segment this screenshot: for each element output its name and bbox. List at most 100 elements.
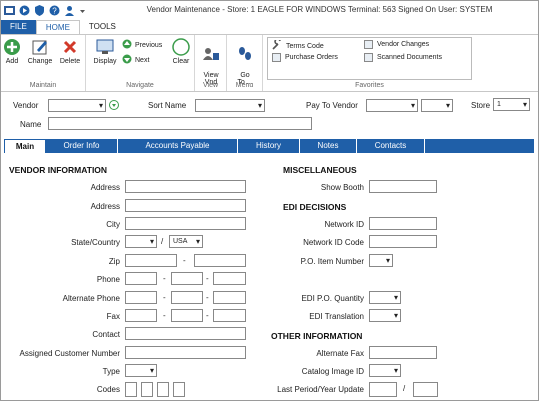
next-button[interactable]: Next — [122, 54, 149, 66]
delete-button[interactable]: Delete — [58, 38, 82, 65]
code-field-1[interactable] — [125, 382, 137, 397]
pay-to-vendor-select[interactable] — [366, 99, 418, 112]
clear-icon — [172, 38, 190, 56]
zip-label: Zip — [108, 257, 120, 266]
tab-history[interactable]: History — [238, 139, 300, 153]
edi-decisions-heading: EDI DECISIONS — [283, 202, 347, 212]
phone-line-field[interactable] — [213, 272, 246, 285]
alt-phone-line-field[interactable] — [213, 291, 246, 304]
show-booth-field[interactable] — [369, 180, 437, 193]
tab-contacts[interactable]: Contacts — [357, 139, 425, 153]
alt-phone-prefix-field[interactable] — [171, 291, 203, 304]
store-select[interactable]: 1 — [493, 98, 530, 111]
view-vnd-button[interactable]: View Vnd — [199, 38, 223, 86]
change-button[interactable]: Change — [27, 38, 53, 65]
po-item-number-label: P.O. Item Number — [300, 257, 364, 266]
terms-code-link[interactable]: Terms Code — [272, 38, 324, 52]
svg-text:?: ? — [52, 7, 57, 16]
vendor-search-icon[interactable] — [109, 100, 119, 110]
vendor-select[interactable] — [48, 99, 106, 112]
city-field[interactable] — [125, 217, 246, 230]
fax-line-field[interactable] — [213, 309, 246, 322]
code-field-2[interactable] — [141, 382, 153, 397]
group-view: View Vnd View — [195, 35, 227, 91]
code-field-3[interactable] — [157, 382, 169, 397]
group-label-view: View — [202, 82, 219, 89]
fax-area-field[interactable] — [125, 309, 157, 322]
ribbon-tab-home[interactable]: HOME — [35, 20, 80, 34]
tab-main[interactable]: Main — [4, 139, 46, 153]
network-id-label: Network ID — [324, 220, 364, 229]
purchase-orders-link[interactable]: Purchase Orders — [272, 53, 338, 62]
shield-icon[interactable] — [34, 5, 45, 16]
edi-translation-select[interactable] — [369, 309, 401, 322]
phone-area-field[interactable] — [125, 272, 157, 285]
city-label: City — [106, 220, 120, 229]
group-label-navigate: Navigate — [126, 82, 154, 89]
scanned-documents-link[interactable]: Scanned Documents — [364, 53, 442, 62]
assigned-customer-number-field[interactable] — [125, 346, 246, 359]
alt-phone-area-field[interactable] — [125, 291, 157, 304]
tab-notes[interactable]: Notes — [300, 139, 357, 153]
name-field[interactable] — [48, 117, 312, 130]
address2-field[interactable] — [125, 199, 246, 212]
group-maintain: Add Change Delete Maintain — [1, 35, 86, 91]
address1-field[interactable] — [125, 180, 246, 193]
sort-name-select[interactable] — [195, 99, 265, 112]
ribbon-tab-file[interactable]: FILE — [1, 20, 36, 34]
zip-ext-field[interactable] — [194, 254, 246, 267]
fax-prefix-field[interactable] — [171, 309, 203, 322]
tab-accounts-payable[interactable]: Accounts Payable — [118, 139, 238, 153]
window-title: Vendor Maintenance - Store: 1 EAGLE FOR … — [146, 5, 493, 14]
phone-prefix-field[interactable] — [171, 272, 203, 285]
type-label: Type — [102, 367, 120, 376]
delete-label: Delete — [59, 58, 81, 65]
last-period-field[interactable] — [369, 382, 397, 397]
edi-translation-label: EDI Translation — [309, 312, 364, 321]
add-button[interactable]: Add — [3, 38, 21, 65]
address1-label: Address — [90, 183, 120, 192]
pay-to-vendor-suffix-select[interactable] — [421, 99, 453, 112]
fax-dash2: - — [206, 311, 209, 320]
change-icon — [31, 38, 49, 56]
alternate-phone-label: Alternate Phone — [62, 294, 120, 303]
app-icon — [4, 5, 15, 16]
clear-button[interactable]: Clear — [170, 38, 192, 65]
po-item-number-select[interactable] — [369, 254, 393, 267]
phone-label: Phone — [96, 275, 120, 284]
network-id-field[interactable] — [369, 217, 437, 230]
zip-field[interactable] — [125, 254, 177, 267]
vendor-information-heading: VENDOR INFORMATION — [9, 165, 108, 175]
previous-button[interactable]: Previous — [122, 39, 162, 51]
country-select[interactable]: USA — [169, 235, 203, 248]
user-icon[interactable] — [64, 5, 75, 16]
document-icon — [364, 53, 373, 62]
edi-po-quantity-label: EDI P.O. Quantity — [301, 294, 364, 303]
previous-icon — [122, 39, 132, 51]
store-value: 1 — [497, 101, 501, 108]
go-to-button[interactable]: Go To ... — [233, 38, 257, 86]
help-icon[interactable]: ? — [49, 5, 60, 16]
catalog-image-id-select[interactable] — [369, 364, 401, 377]
code-field-4[interactable] — [173, 382, 185, 397]
footsteps-icon — [236, 45, 254, 63]
network-id-code-field[interactable] — [369, 235, 437, 248]
state-select[interactable] — [125, 235, 157, 248]
last-year-field[interactable] — [413, 382, 438, 397]
tab-order-info[interactable]: Order Info — [46, 139, 118, 153]
vendor-changes-link[interactable]: Vendor Changes — [364, 40, 429, 49]
ribbon-tab-tools[interactable]: TOOLS — [80, 20, 125, 34]
dropdown-arrow-icon[interactable] — [79, 5, 86, 16]
edi-po-quantity-select[interactable] — [369, 291, 401, 304]
type-select[interactable] — [125, 364, 157, 377]
country-value: USA — [173, 238, 188, 245]
state-country-label: State/Country — [71, 238, 120, 247]
add-icon — [3, 38, 21, 56]
display-button[interactable]: Display — [92, 38, 118, 65]
next-label: Next — [135, 56, 150, 64]
alternate-fax-field[interactable] — [369, 346, 437, 359]
pay-to-vendor-label: Pay To Vendor — [306, 101, 358, 110]
next-icon — [122, 54, 132, 66]
play-icon[interactable] — [19, 5, 30, 16]
contact-field[interactable] — [125, 327, 246, 340]
